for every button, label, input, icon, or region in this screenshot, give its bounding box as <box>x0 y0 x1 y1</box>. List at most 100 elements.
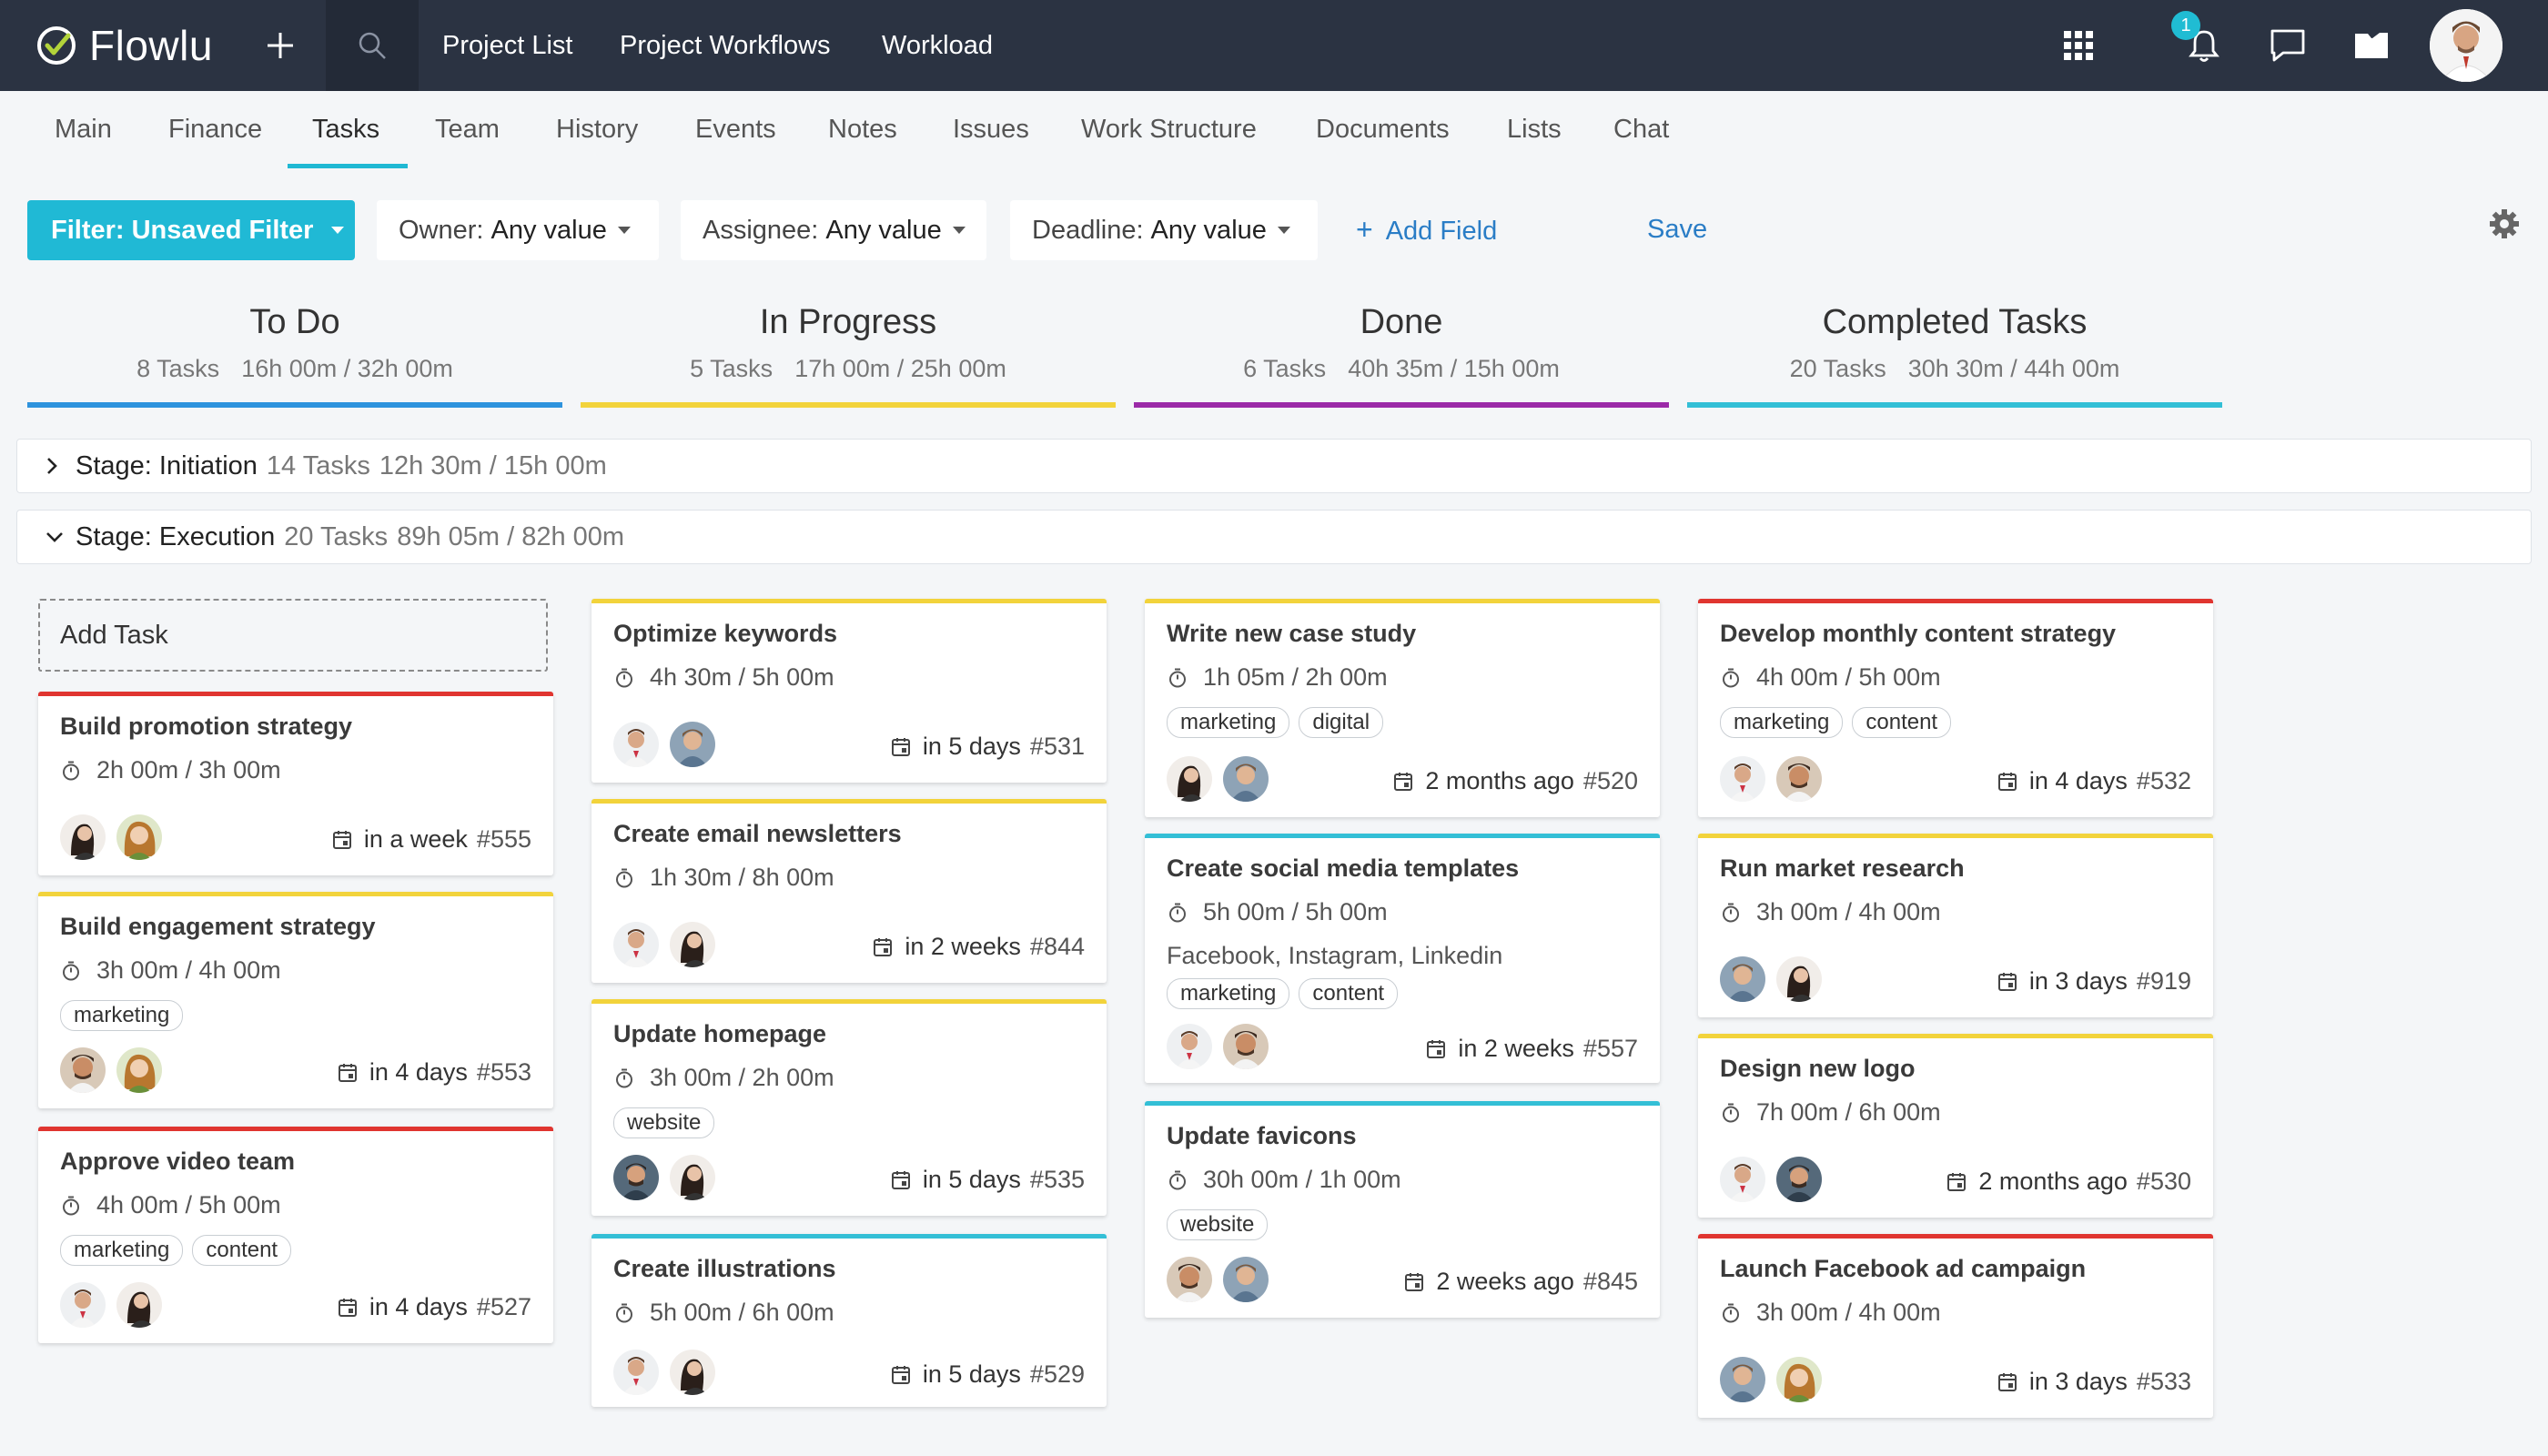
task-card[interactable]: Create email newsletters 1h 30m / 8h 00m… <box>592 799 1107 983</box>
tag[interactable]: website <box>613 1107 715 1138</box>
tag[interactable]: marketing <box>1720 707 1844 738</box>
task-title[interactable]: Update favicons <box>1167 1122 1357 1150</box>
task-id[interactable]: #845 <box>1583 1268 1638 1296</box>
task-id[interactable]: #919 <box>2137 967 2191 996</box>
task-id[interactable]: #531 <box>1030 733 1085 761</box>
assignee-filter[interactable]: Assignee: Any value <box>681 200 986 260</box>
assignee-avatar[interactable] <box>1720 956 1765 1002</box>
task-title[interactable]: Update homepage <box>613 1020 826 1048</box>
task-id[interactable]: #557 <box>1583 1035 1638 1063</box>
assignee-avatar[interactable] <box>670 922 715 967</box>
assignee-avatar[interactable] <box>60 1047 106 1093</box>
task-id[interactable]: #527 <box>477 1293 531 1321</box>
assignee-avatar[interactable] <box>1720 756 1765 802</box>
tag[interactable]: marketing <box>60 1235 184 1266</box>
assignee-avatar[interactable] <box>613 922 659 967</box>
nav-workload[interactable]: Workload <box>882 27 993 64</box>
task-id[interactable]: #532 <box>2137 767 2191 795</box>
tag[interactable]: marketing <box>1167 707 1290 738</box>
task-card[interactable]: Create illustrations 5h 00m / 6h 00m in … <box>592 1234 1107 1407</box>
task-title[interactable]: Optimize keywords <box>613 620 837 648</box>
assignee-avatar[interactable] <box>1223 1024 1269 1069</box>
task-id[interactable]: #529 <box>1030 1360 1085 1389</box>
tag[interactable]: content <box>1299 978 1399 1009</box>
nav-project-workflows[interactable]: Project Workflows <box>620 27 831 64</box>
assignee-avatar[interactable] <box>1223 756 1269 802</box>
task-title[interactable]: Build engagement strategy <box>60 913 376 941</box>
app-logo[interactable]: Flowlu <box>35 20 213 71</box>
messages-button[interactable] <box>2266 24 2310 67</box>
user-avatar[interactable] <box>2430 9 2502 82</box>
assignee-avatar[interactable] <box>613 722 659 767</box>
assignee-avatar[interactable] <box>670 1155 715 1200</box>
assignee-avatar[interactable] <box>1167 1024 1212 1069</box>
tab-documents[interactable]: Documents <box>1316 111 1450 147</box>
assignee-avatar[interactable] <box>1223 1257 1269 1302</box>
tab-issues[interactable]: Issues <box>953 111 1029 147</box>
tab-history[interactable]: History <box>556 111 638 147</box>
folder-button[interactable] <box>2350 24 2393 67</box>
task-title[interactable]: Develop monthly content strategy <box>1720 620 2116 648</box>
task-card[interactable]: Update homepage 3h 00m / 2h 00m website … <box>592 999 1107 1216</box>
task-id[interactable]: #553 <box>477 1058 531 1087</box>
task-id[interactable]: #535 <box>1030 1166 1085 1194</box>
tab-tasks[interactable]: Tasks <box>312 111 379 147</box>
save-filter-button[interactable]: Save <box>1647 211 1707 248</box>
tag[interactable]: content <box>192 1235 292 1266</box>
assignee-avatar[interactable] <box>1720 1357 1765 1402</box>
gear-icon[interactable] <box>2488 207 2521 240</box>
task-id[interactable]: #844 <box>1030 933 1085 961</box>
assignee-avatar[interactable] <box>1776 956 1822 1002</box>
add-task-button[interactable]: Add Task <box>38 599 548 672</box>
task-title[interactable]: Create illustrations <box>613 1255 836 1283</box>
task-id[interactable]: #530 <box>2137 1168 2191 1196</box>
create-plus-button[interactable] <box>260 25 300 66</box>
tab-notes[interactable]: Notes <box>828 111 897 147</box>
task-card[interactable]: Update favicons 30h 00m / 1h 00m website… <box>1145 1101 1660 1318</box>
search-button[interactable] <box>326 0 419 91</box>
task-card[interactable]: Optimize keywords 4h 30m / 5h 00m in 5 d… <box>592 599 1107 783</box>
assignee-avatar[interactable] <box>116 1047 162 1093</box>
assignee-avatar[interactable] <box>670 1350 715 1395</box>
task-card[interactable]: Build engagement strategy 3h 00m / 4h 00… <box>38 892 553 1108</box>
assignee-avatar[interactable] <box>1776 1157 1822 1202</box>
stage-execution-row[interactable]: Stage: Execution 20 Tasks 89h 05m / 82h … <box>16 510 2532 564</box>
nav-project-list[interactable]: Project List <box>442 27 572 64</box>
tab-lists[interactable]: Lists <box>1507 111 1562 147</box>
tab-finance[interactable]: Finance <box>168 111 262 147</box>
task-card[interactable]: Develop monthly content strategy 4h 00m … <box>1698 599 2213 817</box>
assignee-avatar[interactable] <box>1167 756 1212 802</box>
tab-main[interactable]: Main <box>55 111 112 147</box>
task-id[interactable]: #555 <box>477 825 531 854</box>
deadline-filter[interactable]: Deadline: Any value <box>1010 200 1318 260</box>
assignee-avatar[interactable] <box>116 814 162 860</box>
tag[interactable]: marketing <box>60 1000 184 1031</box>
assignee-avatar[interactable] <box>1776 756 1822 802</box>
task-title[interactable]: Run market research <box>1720 854 1965 883</box>
task-card[interactable]: Approve video team 4h 00m / 5h 00m marke… <box>38 1127 553 1343</box>
task-title[interactable]: Launch Facebook ad campaign <box>1720 1255 2086 1283</box>
task-title[interactable]: Design new logo <box>1720 1055 1916 1083</box>
apps-grid-button[interactable] <box>2057 24 2100 67</box>
saved-filter-dropdown[interactable]: Filter: Unsaved Filter <box>27 200 355 260</box>
tag[interactable]: marketing <box>1167 978 1290 1009</box>
task-title[interactable]: Write new case study <box>1167 620 1416 648</box>
tag[interactable]: content <box>1852 707 1952 738</box>
task-card[interactable]: Write new case study 1h 05m / 2h 00m mar… <box>1145 599 1660 817</box>
task-title[interactable]: Create social media templates <box>1167 854 1519 883</box>
task-id[interactable]: #533 <box>2137 1368 2191 1396</box>
task-card[interactable]: Design new logo 7h 00m / 6h 00m 2 months… <box>1698 1034 2213 1218</box>
assignee-avatar[interactable] <box>613 1155 659 1200</box>
tab-chat[interactable]: Chat <box>1613 111 1669 147</box>
assignee-avatar[interactable] <box>1720 1157 1765 1202</box>
assignee-avatar[interactable] <box>1167 1257 1212 1302</box>
task-title[interactable]: Create email newsletters <box>613 820 902 848</box>
assignee-avatar[interactable] <box>1776 1357 1822 1402</box>
task-id[interactable]: #520 <box>1583 767 1638 795</box>
tab-events[interactable]: Events <box>695 111 776 147</box>
task-card[interactable]: Launch Facebook ad campaign 3h 00m / 4h … <box>1698 1234 2213 1418</box>
tab-work-structure[interactable]: Work Structure <box>1081 111 1257 147</box>
stage-initiation-row[interactable]: Stage: Initiation 14 Tasks 12h 30m / 15h… <box>16 439 2532 493</box>
tag[interactable]: website <box>1167 1209 1269 1240</box>
task-card[interactable]: Build promotion strategy 2h 00m / 3h 00m… <box>38 692 553 875</box>
